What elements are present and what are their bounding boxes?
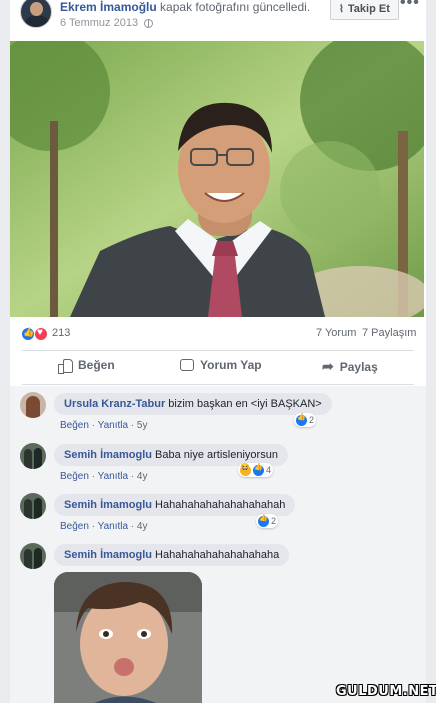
comment-reactions[interactable]: 4	[238, 463, 274, 477]
follow-button[interactable]: ⌇ Takip Et	[330, 0, 399, 20]
share-button[interactable]: ➦ Paylaş	[322, 358, 378, 375]
comment-time[interactable]: 4y	[137, 471, 148, 482]
comment-reply-link[interactable]: Yanıtla	[98, 471, 128, 482]
share-count[interactable]: 7 Paylaşım	[362, 327, 416, 339]
post-stats: 213 7 Yorum 7 Paylaşım	[10, 322, 426, 344]
comment-bubble: Ursula Kranz-Tabur bizim başkan en <iyi B…	[54, 393, 332, 415]
comments-section: Ursula Kranz-Tabur bizim başkan en <iyi B…	[10, 386, 426, 703]
actions-divider	[22, 384, 414, 385]
comment-text: Baba niye artisleniyorsun	[155, 449, 278, 461]
comment-reaction-count: 2	[271, 516, 277, 526]
comment-text: Hahahahahahahahahahah	[155, 499, 286, 511]
like-button[interactable]: Beğen	[58, 358, 115, 374]
comment-time[interactable]: 5y	[137, 420, 148, 431]
author-name[interactable]: Ekrem İmamoğlu	[60, 0, 157, 14]
comment-bubble: Semih İmamoglu Hahahahahahahahahaha	[54, 544, 290, 566]
more-options-button[interactable]: •••	[400, 0, 420, 12]
site-watermark: GULDUM.NET	[336, 684, 436, 699]
comment-reply-link[interactable]: Yanıtla	[98, 521, 128, 532]
follow-label: Takip Et	[347, 3, 390, 15]
comment-like-link[interactable]: Beğen	[60, 521, 89, 532]
comment-like-link[interactable]: Beğen	[60, 420, 89, 431]
post-meta: 6 Temmuz 2013	[60, 17, 154, 29]
comment-icon	[180, 359, 194, 371]
comment-avatar[interactable]	[20, 493, 46, 519]
comment-reaction-count: 2	[309, 415, 315, 425]
comment-reply-link[interactable]: Yanıtla	[98, 420, 128, 431]
post-header: Ekrem İmamoğlu kapak fotoğrafını güncell…	[10, 0, 426, 40]
comment-author[interactable]: Semih İmamoglu	[64, 499, 152, 511]
comment-text: Hahahahahahahahahaha	[155, 549, 280, 561]
action-bar: Beğen Yorum Yap ➦ Paylaş	[10, 353, 426, 381]
author-avatar[interactable]	[20, 0, 52, 28]
post-date[interactable]: 6 Temmuz 2013	[60, 17, 138, 29]
comment-meta: Beğen · Yanıtla · 4y	[60, 471, 148, 482]
comment-reactions[interactable]: 2	[294, 413, 317, 427]
thumbs-up-icon	[58, 358, 73, 374]
comment-time[interactable]: 4y	[137, 521, 148, 532]
comment-avatar[interactable]	[20, 392, 46, 418]
comment-reactions[interactable]: 2	[256, 514, 279, 528]
comment-reaction-count: 4	[266, 465, 272, 475]
share-icon: ➦	[322, 358, 334, 374]
like-reaction-icon	[296, 413, 307, 426]
cover-photo-image	[10, 41, 424, 317]
cover-photo[interactable]	[10, 41, 424, 317]
like-reaction-icon[interactable]	[21, 327, 35, 341]
comment-photo[interactable]	[54, 572, 202, 703]
love-reaction-icon[interactable]	[34, 327, 48, 341]
rss-icon: ⌇	[339, 3, 344, 15]
comment-like-link[interactable]: Beğen	[60, 471, 89, 482]
comment-count[interactable]: 7 Yorum	[316, 327, 356, 339]
like-reaction-icon	[258, 514, 269, 527]
globe-icon	[144, 18, 154, 28]
stats-divider	[22, 350, 414, 351]
comment-photo-image	[54, 572, 202, 703]
comment-meta: Beğen · Yanıtla · 5y	[60, 420, 148, 431]
haha-reaction-icon	[240, 463, 251, 476]
comment-meta: Beğen · Yanıtla · 4y	[60, 521, 148, 532]
comment-text: bizim başkan en <iyi BAŞKAN>	[168, 398, 322, 410]
like-reaction-icon	[253, 463, 264, 476]
comment-author[interactable]: Semih İmamoglu	[64, 549, 152, 561]
like-label: Beğen	[78, 358, 115, 372]
comment-button[interactable]: Yorum Yap	[180, 358, 262, 372]
comment-label: Yorum Yap	[200, 358, 262, 372]
post-action-text: kapak fotoğrafını güncelledi.	[160, 0, 311, 14]
comment-author[interactable]: Semih İmamoglu	[64, 449, 152, 461]
reaction-count[interactable]: 213	[52, 327, 70, 339]
comment-author[interactable]: Ursula Kranz-Tabur	[64, 398, 165, 410]
comment-avatar[interactable]	[20, 543, 46, 569]
comment-avatar[interactable]	[20, 443, 46, 469]
share-label: Paylaş	[339, 359, 378, 374]
